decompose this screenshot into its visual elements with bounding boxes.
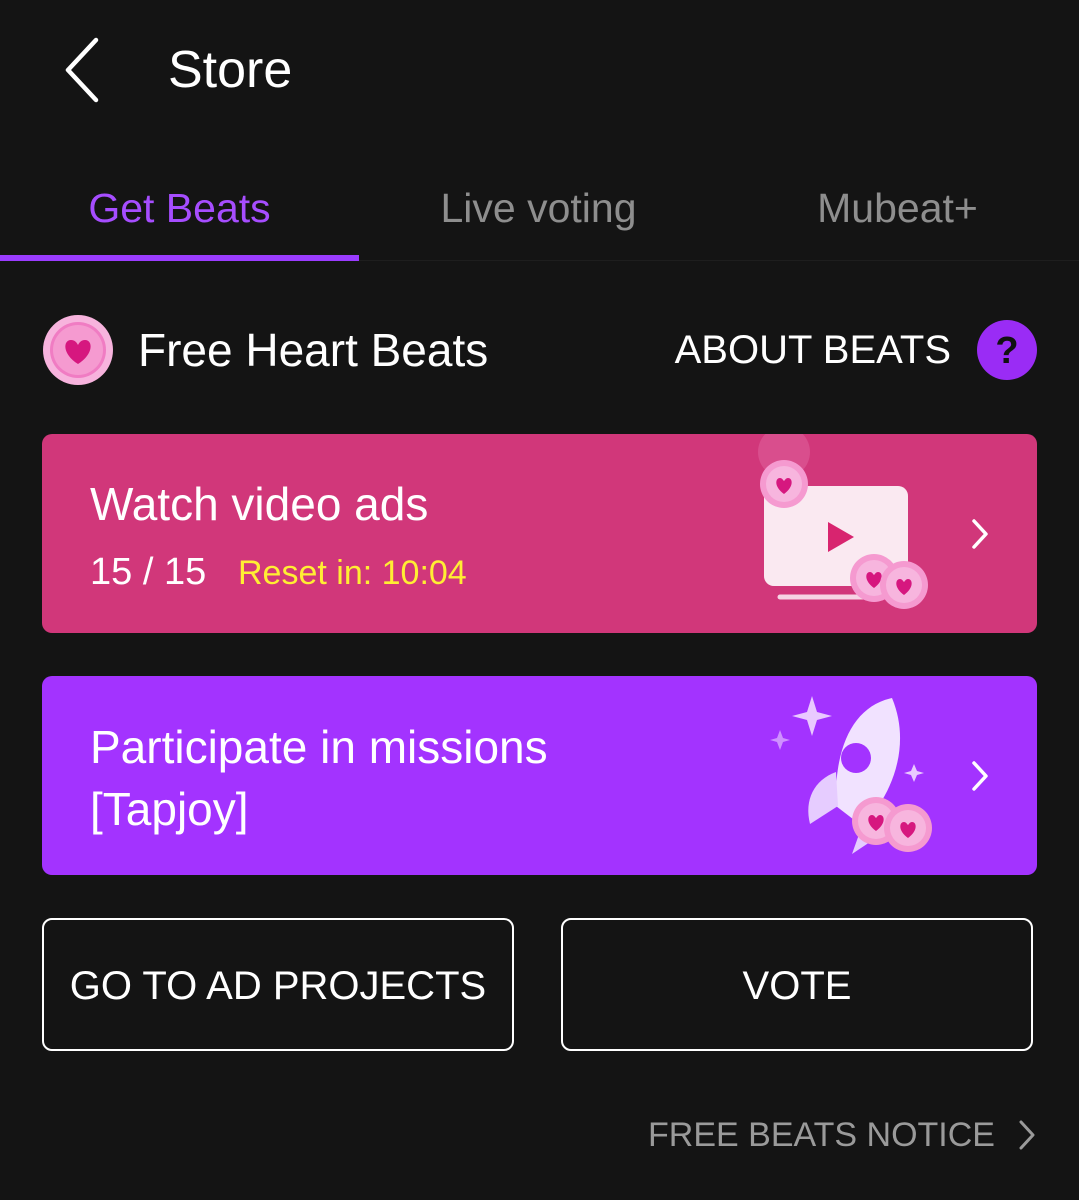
tab-get-beats[interactable]: Get Beats [0,160,359,256]
go-to-ad-projects-button[interactable]: GO TO AD PROJECTS [42,918,514,1051]
active-tab-indicator [0,255,359,261]
free-heart-beats-header: Free Heart Beats ABOUT BEATS ? [42,312,1037,388]
free-beats-notice-label: FREE BEATS NOTICE [648,1116,995,1154]
free-beats-notice-link[interactable]: FREE BEATS NOTICE [617,1110,1037,1160]
tab-live-voting[interactable]: Live voting [359,160,718,256]
rocket-illustration [770,696,932,854]
section-title: Free Heart Beats [138,324,489,376]
missions-card[interactable]: Participate in missions [Tapjoy] [42,676,1037,875]
app-header: Store [0,0,1079,150]
ads-reset-timer: Reset in: 10:04 [238,554,467,592]
back-button[interactable] [50,30,120,110]
svg-text:?: ? [995,330,1018,372]
vote-button[interactable]: VOTE [561,918,1033,1051]
video-ads-illustration [758,434,928,609]
chevron-right-icon [972,519,988,549]
chevron-left-icon [65,37,99,103]
missions-title-line1: Participate in missions [90,721,548,773]
heart-coin-icon [43,315,113,385]
chevron-right-icon [1019,1120,1035,1150]
watch-video-ads-title: Watch video ads [90,478,429,530]
page-title: Store [168,41,293,99]
chevron-right-icon [972,761,988,791]
missions-title-line2: [Tapjoy] [90,783,249,835]
ads-remaining-count: 15 / 15 [90,551,207,593]
about-beats-label: ABOUT BEATS [674,328,951,372]
tab-bar: Get Beats Live voting Mubeat+ [0,160,1079,261]
watch-video-ads-card[interactable]: Watch video ads 15 / 15 Reset in: 10:04 [42,434,1037,633]
question-mark-icon[interactable]: ? [977,320,1037,380]
tab-mubeat-plus[interactable]: Mubeat+ [718,160,1077,256]
missions-title: Participate in missions [Tapjoy] [90,716,548,840]
about-beats-link[interactable]: ABOUT BEATS ? [674,320,1037,380]
